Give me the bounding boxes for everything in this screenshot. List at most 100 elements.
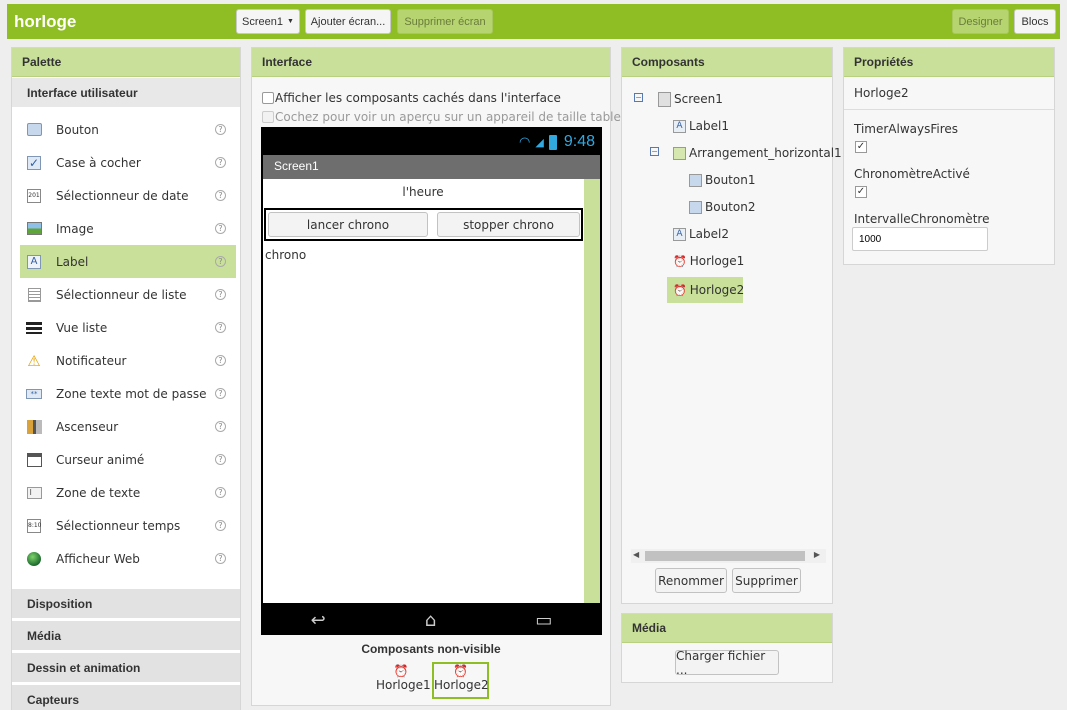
scrollbar-thumb[interactable] <box>645 551 805 561</box>
help-icon[interactable]: ? <box>215 157 226 168</box>
spinner-icon <box>26 452 42 468</box>
list-view-icon <box>26 320 42 336</box>
palette-item-textbox[interactable]: I Zone de texte ? <box>20 476 236 509</box>
palette-item-label: Vue liste <box>56 320 108 335</box>
timer-interval-label: IntervalleChronomètre <box>854 212 990 226</box>
designer-button[interactable]: Designer <box>952 9 1009 34</box>
add-screen-button[interactable]: Ajouter écran... <box>305 9 391 34</box>
help-icon[interactable]: ? <box>215 223 226 234</box>
time-picker-icon: 8:10 <box>26 518 42 534</box>
label-icon: A <box>673 119 686 133</box>
help-icon[interactable]: ? <box>215 487 226 498</box>
tree-horizontal-scrollbar[interactable]: ◀ ▶ <box>631 549 826 563</box>
tree-item-horloge1[interactable]: ⏰ Horloge1 <box>673 250 744 272</box>
tree-item-label: Screen1 <box>674 92 723 106</box>
blocks-button[interactable]: Blocs <box>1014 9 1056 34</box>
help-icon[interactable]: ? <box>215 124 226 135</box>
palette-item-list-picker[interactable]: Sélectionneur de liste ? <box>20 278 236 311</box>
button2-preview[interactable]: stopper chrono <box>437 212 580 237</box>
viewer-title: Interface <box>252 48 610 77</box>
palette-section-ui[interactable]: Interface utilisateur <box>12 77 240 107</box>
components-panel: Composants − Screen1 A Label1 − Arrangem… <box>621 47 842 604</box>
media-panel: Média Charger fichier ... <box>621 613 833 683</box>
help-icon[interactable]: ? <box>215 454 226 465</box>
scroll-right-icon[interactable]: ▶ <box>814 550 820 559</box>
label2-preview[interactable]: chrono <box>265 248 306 262</box>
screen-scrollbar[interactable] <box>584 179 600 603</box>
timer-enabled-label: ChronomètreActivé <box>854 167 970 181</box>
palette-item-spinner[interactable]: Curseur animé ? <box>20 443 236 476</box>
palette-section-layout[interactable]: Disposition <box>12 588 240 618</box>
palette-item-time-picker[interactable]: 8:10 Sélectionneur temps ? <box>20 509 236 542</box>
nav-bar: ↩ ⌂ ▭ <box>261 605 602 635</box>
palette-item-label: Afficheur Web <box>56 551 140 566</box>
tree-item-label: Label1 <box>689 119 730 133</box>
palette-item-image[interactable]: Image ? <box>20 212 236 245</box>
web-viewer-icon <box>26 551 42 567</box>
non-visible-item-horloge1[interactable]: ⏰ Horloge1 <box>376 664 431 692</box>
date-picker-icon: 201 <box>26 188 42 204</box>
help-icon[interactable]: ? <box>215 388 226 399</box>
upload-file-button[interactable]: Charger fichier ... <box>675 649 779 677</box>
palette-item-checkbox[interactable]: ✓ Case à cocher ? <box>20 146 236 179</box>
timer-always-fires-checkbox[interactable]: ✓ <box>855 141 867 153</box>
delete-button[interactable]: Supprimer <box>732 568 801 593</box>
palette-section-drawing[interactable]: Dessin et animation <box>12 652 240 682</box>
tree-item-label1[interactable]: A Label1 <box>673 115 729 137</box>
help-icon[interactable]: ? <box>215 256 226 267</box>
palette-item-date-picker[interactable]: 201 Sélectionneur de date ? <box>20 179 236 212</box>
non-visible-item-horloge2[interactable]: ⏰ Horloge2 <box>432 662 489 699</box>
help-icon[interactable]: ? <box>215 322 226 333</box>
tree-item-screen1[interactable]: Screen1 <box>658 88 723 110</box>
help-icon[interactable]: ? <box>215 289 226 300</box>
recent-apps-icon: ▭ <box>535 609 553 631</box>
timer-enabled-checkbox[interactable]: ✓ <box>855 186 867 198</box>
screen-icon <box>658 91 671 107</box>
help-icon[interactable]: ? <box>215 553 226 564</box>
properties-title: Propriétés <box>844 48 1054 77</box>
show-hidden-checkbox[interactable] <box>262 92 274 104</box>
screen-select-dropdown[interactable]: Screen1 ▼ <box>236 9 300 34</box>
tree-item-bouton1[interactable]: Bouton1 <box>689 169 755 191</box>
palette-item-list-view[interactable]: Vue liste ? <box>20 311 236 344</box>
palette-item-notifier[interactable]: ⚠ Notificateur ? <box>20 344 236 377</box>
show-hidden-label: Afficher les composants cachés dans l'in… <box>275 91 561 105</box>
show-hidden-option: Afficher les composants cachés dans l'in… <box>262 91 561 105</box>
clock-icon: ⏰ <box>673 254 687 268</box>
dropdown-arrow-icon: ▼ <box>287 18 294 25</box>
tree-item-label2[interactable]: A Label2 <box>673 223 729 245</box>
collapse-icon[interactable]: − <box>650 147 659 156</box>
tablet-preview-checkbox[interactable] <box>262 111 274 123</box>
label1-preview[interactable]: l'heure <box>263 185 583 199</box>
help-icon[interactable]: ? <box>215 520 226 531</box>
status-time: 9:48 <box>563 133 595 150</box>
collapse-icon[interactable]: − <box>634 93 643 102</box>
palette-item-label-component[interactable]: A Label ? <box>20 245 236 278</box>
scroll-left-icon[interactable]: ◀ <box>633 550 639 559</box>
tree-item-arrangement[interactable]: Arrangement_horizontal1 <box>673 142 842 164</box>
tree-item-horloge2[interactable]: ⏰ Horloge2 <box>667 277 744 303</box>
help-icon[interactable]: ? <box>215 190 226 201</box>
signal-icon: ◢ <box>535 135 544 149</box>
battery-icon <box>548 134 557 150</box>
rename-button[interactable]: Renommer <box>655 568 727 593</box>
palette-item-button[interactable]: Bouton ? <box>20 113 236 146</box>
palette-item-password[interactable]: ** Zone texte mot de passe ? <box>20 377 236 410</box>
palette-item-web-viewer[interactable]: Afficheur Web ? <box>20 542 236 575</box>
phone-frame: ◠ ◢ 9:48 Screen1 l'heure lancer chrono s… <box>261 127 602 635</box>
button1-preview[interactable]: lancer chrono <box>268 212 428 237</box>
notifier-icon: ⚠ <box>27 351 41 370</box>
properties-component-name: Horloge2 <box>844 77 1054 110</box>
help-icon[interactable]: ? <box>215 421 226 432</box>
palette-section-media[interactable]: Média <box>12 620 240 650</box>
horizontal-arrangement-preview[interactable]: lancer chrono stopper chrono <box>264 208 583 241</box>
tablet-preview-option: Cochez pour voir un aperçu sur un appare… <box>262 110 642 124</box>
timer-interval-input[interactable] <box>852 227 988 251</box>
remove-screen-button[interactable]: Supprimer écran <box>397 9 493 34</box>
tree-item-bouton2[interactable]: Bouton2 <box>689 196 755 218</box>
screen-select-label: Screen1 <box>242 15 284 28</box>
palette-item-label: Notificateur <box>56 353 127 368</box>
palette-item-slider[interactable]: Ascenseur ? <box>20 410 236 443</box>
help-icon[interactable]: ? <box>215 355 226 366</box>
palette-section-sensors[interactable]: Capteurs <box>12 684 240 710</box>
